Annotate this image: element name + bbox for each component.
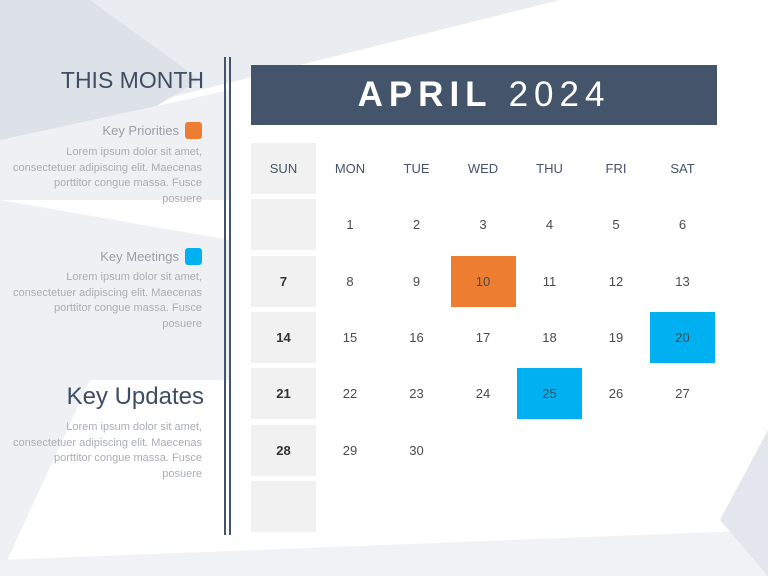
day-cell-12[interactable]: 12 [584, 256, 649, 307]
day-cell-27[interactable]: 27 [650, 368, 715, 419]
day-cell-28[interactable]: 28 [251, 424, 316, 476]
month-header: APRIL 2024 [251, 65, 717, 125]
key-updates-heading: Key Updates [66, 383, 204, 410]
bg-shape [0, 530, 768, 576]
divider-line [229, 57, 231, 535]
day-cell-8[interactable]: 8 [318, 256, 383, 307]
key-priorities-legend: Key Priorities [102, 122, 202, 139]
empty-day-cell [251, 480, 316, 532]
day-cell-17[interactable]: 17 [451, 312, 516, 363]
day-cell-1[interactable]: 1 [318, 199, 383, 250]
day-cell-13[interactable]: 13 [650, 256, 715, 307]
blue-swatch-icon [185, 248, 202, 265]
day-cell-7[interactable]: 7 [251, 255, 316, 307]
day-cell-11[interactable]: 11 [517, 256, 582, 307]
month-name: APRIL [357, 75, 493, 114]
day-cell-15[interactable]: 15 [318, 312, 383, 363]
day-cell-4[interactable]: 4 [517, 199, 582, 250]
key-priorities-text: Lorem ipsum dolor sit amet, consectetuer… [13, 146, 202, 206]
orange-swatch-icon [185, 122, 202, 139]
weekday-header-thu: THU [536, 161, 563, 176]
day-cell-22[interactable]: 22 [318, 368, 383, 419]
year: 2024 [508, 75, 611, 114]
day-cell-14[interactable]: 14 [251, 311, 316, 363]
day-cell-23[interactable]: 23 [384, 368, 449, 419]
day-cell-2[interactable]: 2 [384, 199, 449, 250]
day-cell-21[interactable]: 21 [251, 368, 316, 420]
key-meetings-text: Lorem ipsum dolor sit amet, consectetuer… [13, 271, 202, 331]
empty-day-cell [251, 199, 316, 251]
day-cell-9[interactable]: 9 [384, 256, 449, 307]
weekday-header-wed: WED [467, 161, 499, 176]
day-cell-3[interactable]: 3 [451, 199, 516, 250]
key-meetings-legend: Key Meetings [100, 248, 202, 265]
weekday-header-fri: FRI [605, 161, 627, 176]
day-cell-20[interactable]: 20 [650, 311, 715, 363]
this-month-heading: THIS MONTH [60, 67, 204, 93]
day-cell-26[interactable]: 26 [584, 368, 649, 419]
day-cell-29[interactable]: 29 [318, 425, 383, 476]
weekday-header-mon: MON [334, 161, 366, 176]
day-cell-25[interactable]: 25 [517, 368, 582, 420]
key-updates-text: Lorem ipsum dolor sit amet, consectetuer… [13, 421, 202, 481]
divider-line [224, 57, 226, 535]
day-cell-6[interactable]: 6 [650, 199, 715, 250]
weekday-header-sat: SAT [670, 161, 695, 176]
day-cell-24[interactable]: 24 [451, 368, 516, 419]
day-cell-19[interactable]: 19 [584, 312, 649, 363]
key-meetings-label: Key Meetings [100, 249, 179, 264]
day-cell-30[interactable]: 30 [384, 425, 449, 476]
weekday-header-tue: TUE [403, 161, 430, 176]
key-priorities-label: Key Priorities [102, 123, 179, 138]
day-cell-10[interactable]: 10 [450, 255, 516, 307]
day-cell-16[interactable]: 16 [384, 312, 449, 363]
weekday-header-sun: SUN [251, 143, 316, 194]
day-cell-5[interactable]: 5 [584, 199, 649, 250]
day-cell-18[interactable]: 18 [517, 312, 582, 363]
